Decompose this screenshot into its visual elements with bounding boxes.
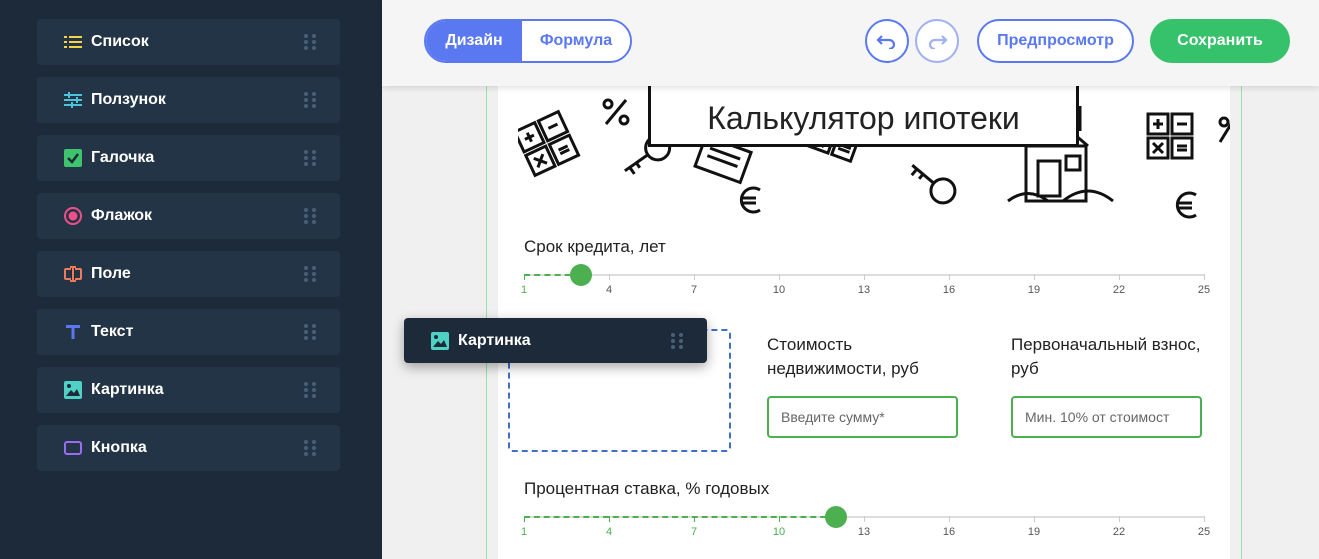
undo-button[interactable] xyxy=(865,19,909,63)
slider-tick-label: 19 xyxy=(1027,284,1041,296)
slider-tick xyxy=(694,516,695,522)
dragging-label: Картинка xyxy=(458,331,531,349)
slider-tick xyxy=(1204,516,1205,522)
slider-tick-label: 1 xyxy=(520,284,528,296)
rate-slider[interactable]: 1 4 7 10 13 16 19 22 25 xyxy=(520,506,1210,546)
radio-icon xyxy=(63,206,83,226)
drag-handle-icon[interactable] xyxy=(304,440,316,456)
palette-item-field[interactable]: Поле xyxy=(37,251,340,297)
slider-tick xyxy=(949,516,950,522)
slider-tick-label: 10 xyxy=(772,526,786,538)
slider-tick-label: 10 xyxy=(772,284,786,296)
image-icon xyxy=(63,380,83,400)
slider-tick-label: 25 xyxy=(1197,526,1211,538)
slider-tick-label: 13 xyxy=(857,526,871,538)
editor-toolbar: Дизайн Формула Предпросмотр Сохранить xyxy=(382,0,1319,86)
preview-button[interactable]: Предпросмотр xyxy=(977,19,1134,63)
slider-tick xyxy=(779,516,780,522)
palette-item-label: Текст xyxy=(91,323,134,340)
down-payment-label-line: руб xyxy=(1011,359,1039,378)
drag-handle-icon[interactable] xyxy=(304,324,316,340)
slider-tick xyxy=(864,516,865,522)
rate-label: Процентная ставка, % годовых xyxy=(524,479,770,498)
term-slider[interactable]: 1 4 7 10 13 16 19 22 25 xyxy=(520,264,1210,304)
image-icon xyxy=(430,331,450,351)
slider-tick-label: 4 xyxy=(605,526,613,538)
palette-item-text[interactable]: Текст xyxy=(37,309,340,355)
slider-tick xyxy=(1204,274,1205,280)
slider-tick xyxy=(779,274,780,280)
palette-item-radio[interactable]: Флажок xyxy=(37,193,340,239)
slider-tick-label: 16 xyxy=(942,284,956,296)
slider-tick xyxy=(609,516,610,522)
palette-item-label: Галочка xyxy=(91,149,155,166)
drag-handle-icon[interactable] xyxy=(304,208,316,224)
slider-tick xyxy=(1119,274,1120,280)
text-field-icon xyxy=(63,264,83,284)
palette-item-slider[interactable]: Ползунок xyxy=(37,77,340,123)
down-payment-input[interactable]: Мин. 10% от стоимост xyxy=(1011,396,1202,438)
tab-formula[interactable]: Формула xyxy=(522,21,630,61)
slider-tick xyxy=(694,274,695,280)
palette-item-label: Ползунок xyxy=(91,91,166,108)
slider-tick-label: 4 xyxy=(605,284,613,296)
slider-tick xyxy=(864,274,865,280)
checkbox-icon xyxy=(63,148,83,168)
drag-handle-icon[interactable] xyxy=(304,34,316,50)
term-label: Срок кредита, лет xyxy=(524,237,666,256)
slider-tick-label: 16 xyxy=(942,526,956,538)
slider-thumb[interactable] xyxy=(824,506,847,528)
element-palette: Список Ползунок Галочка Флажок Поле Текс xyxy=(0,0,382,559)
slider-tick-label: 25 xyxy=(1197,284,1211,296)
palette-item-button[interactable]: Кнопка xyxy=(37,425,340,471)
slider-tick xyxy=(1034,516,1035,522)
palette-item-label: Поле xyxy=(91,265,131,282)
slider-tick-label: 13 xyxy=(857,284,871,296)
dragging-image-element[interactable]: Картинка xyxy=(404,318,707,363)
palette-item-image[interactable]: Картинка xyxy=(37,367,340,413)
slider-tick xyxy=(609,274,610,280)
undo-icon xyxy=(876,35,896,49)
drag-handle-icon[interactable] xyxy=(304,92,316,108)
slider-tick-label: 7 xyxy=(690,526,698,538)
price-input[interactable]: Введите сумму* xyxy=(767,396,958,438)
drag-handle-icon[interactable] xyxy=(304,266,316,282)
slider-tick-label: 1 xyxy=(520,526,528,538)
slider-tick xyxy=(949,274,950,280)
tab-design[interactable]: Дизайн xyxy=(426,21,522,61)
mode-switch: Дизайн Формула xyxy=(424,19,632,63)
slider-tick-label: 22 xyxy=(1112,284,1126,296)
slider-tick-label: 7 xyxy=(690,284,698,296)
palette-item-list[interactable]: Список xyxy=(37,19,340,65)
slider-thumb[interactable] xyxy=(569,264,592,286)
save-button[interactable]: Сохранить xyxy=(1150,19,1290,63)
price-label-line: недвижимости, руб xyxy=(767,359,919,378)
price-label-line: Стоимость xyxy=(767,335,853,354)
slider-tick xyxy=(1119,516,1120,522)
drag-handle-icon[interactable] xyxy=(304,150,316,166)
down-payment-label-line: Первоначальный взнос, xyxy=(1011,335,1201,354)
text-icon xyxy=(63,322,83,342)
palette-item-label: Флажок xyxy=(91,207,153,224)
list-icon xyxy=(63,32,83,52)
drag-handle-icon[interactable] xyxy=(671,333,683,349)
slider-icon xyxy=(63,90,83,110)
down-payment-label: Первоначальный взнос, руб xyxy=(1011,333,1201,381)
slider-tick-label: 22 xyxy=(1112,526,1126,538)
slider-tick-label: 19 xyxy=(1027,526,1041,538)
palette-item-label: Кнопка xyxy=(91,439,147,456)
palette-item-label: Список xyxy=(91,33,149,50)
redo-button[interactable] xyxy=(915,19,959,63)
palette-item-label: Картинка xyxy=(91,381,164,398)
drag-handle-icon[interactable] xyxy=(304,382,316,398)
slider-tick xyxy=(524,516,525,522)
slider-tick xyxy=(524,274,525,280)
slider-tick xyxy=(1034,274,1035,280)
redo-icon xyxy=(928,35,948,49)
button-icon xyxy=(63,438,83,458)
palette-item-checkbox[interactable]: Галочка xyxy=(37,135,340,181)
slider-fill xyxy=(524,516,836,518)
price-label: Стоимость недвижимости, руб xyxy=(767,333,919,381)
